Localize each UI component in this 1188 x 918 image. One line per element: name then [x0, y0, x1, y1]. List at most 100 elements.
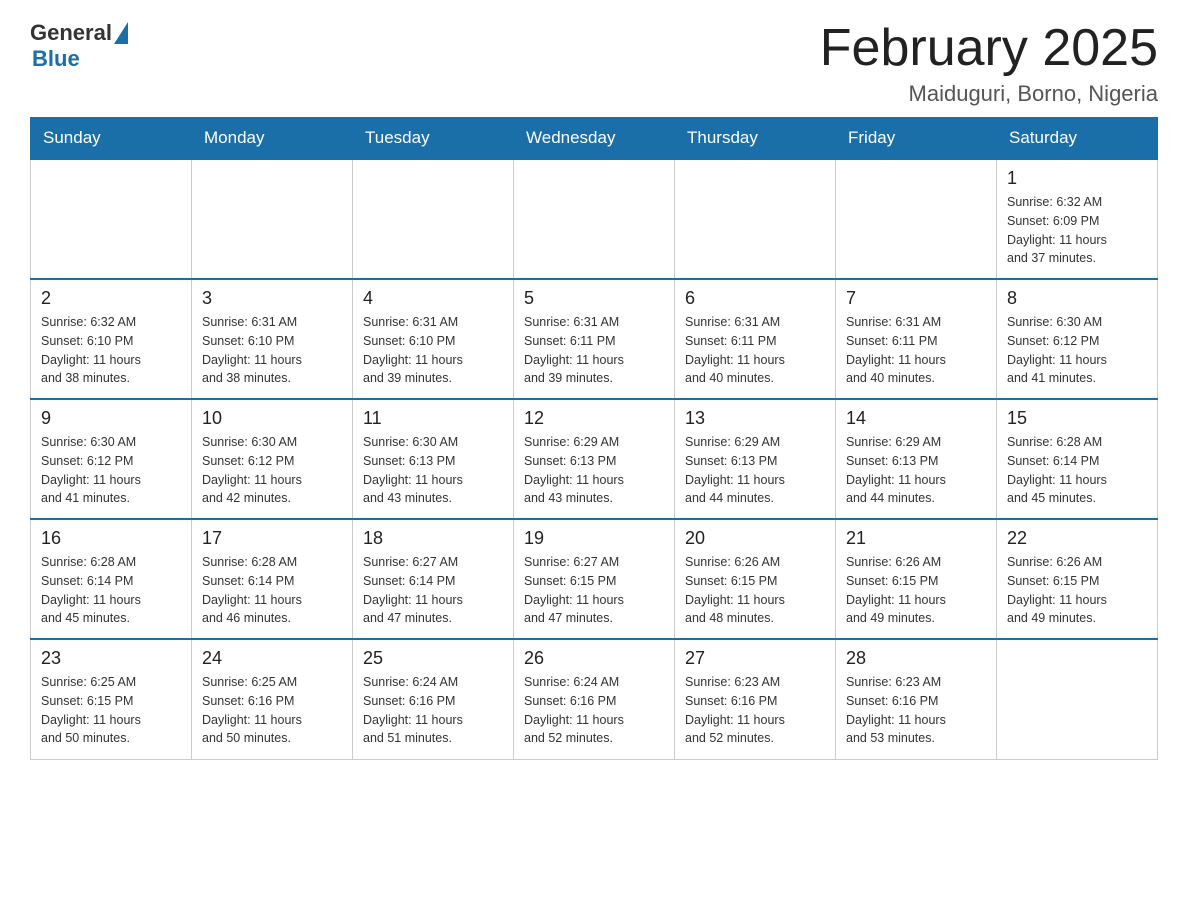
- calendar-cell: 11 Sunrise: 6:30 AM Sunset: 6:13 PM Dayli…: [353, 399, 514, 519]
- calendar-cell: 9 Sunrise: 6:30 AM Sunset: 6:12 PM Daylig…: [31, 399, 192, 519]
- calendar-cell: 25Sunrise: 6:24 AM Sunset: 6:16 PM Dayli…: [353, 639, 514, 759]
- day-number: 18: [363, 528, 503, 549]
- day-number: 22: [1007, 528, 1147, 549]
- calendar-cell: 14 Sunrise: 6:29 AM Sunset: 6:13 PM Dayli…: [836, 399, 997, 519]
- calendar-cell: 15 Sunrise: 6:28 AM Sunset: 6:14 PM Dayli…: [997, 399, 1158, 519]
- calendar-cell: 10Sunrise: 6:30 AM Sunset: 6:12 PM Dayli…: [192, 399, 353, 519]
- calendar-cell: [514, 159, 675, 279]
- day-number: 6: [685, 288, 825, 309]
- calendar-cell: 3 Sunrise: 6:31 AM Sunset: 6:10 PM Daylig…: [192, 279, 353, 399]
- week-row-5: 23 Sunrise: 6:25 AM Sunset: 6:15 PM Dayli…: [31, 639, 1158, 759]
- calendar-cell: [192, 159, 353, 279]
- logo-general-text: General: [30, 20, 112, 46]
- calendar-cell: 19Sunrise: 6:27 AM Sunset: 6:15 PM Dayli…: [514, 519, 675, 639]
- calendar-cell: 6 Sunrise: 6:31 AM Sunset: 6:11 PM Daylig…: [675, 279, 836, 399]
- week-row-2: 2 Sunrise: 6:32 AM Sunset: 6:10 PM Daylig…: [31, 279, 1158, 399]
- day-number: 20: [685, 528, 825, 549]
- calendar-cell: 2 Sunrise: 6:32 AM Sunset: 6:10 PM Daylig…: [31, 279, 192, 399]
- calendar-cell: 18 Sunrise: 6:27 AM Sunset: 6:14 PM Dayli…: [353, 519, 514, 639]
- weekday-header-wednesday: Wednesday: [514, 118, 675, 160]
- day-info: Sunrise: 6:26 AM Sunset: 6:15 PM Dayligh…: [1007, 553, 1147, 628]
- calendar-table: SundayMondayTuesdayWednesdayThursdayFrid…: [30, 117, 1158, 760]
- week-row-3: 9 Sunrise: 6:30 AM Sunset: 6:12 PM Daylig…: [31, 399, 1158, 519]
- week-row-4: 16Sunrise: 6:28 AM Sunset: 6:14 PM Dayli…: [31, 519, 1158, 639]
- logo-top: General: [30, 20, 128, 46]
- week-row-1: 1 Sunrise: 6:32 AM Sunset: 6:09 PM Daylig…: [31, 159, 1158, 279]
- day-info: Sunrise: 6:25 AM Sunset: 6:16 PM Dayligh…: [202, 673, 342, 748]
- day-info: Sunrise: 6:24 AM Sunset: 6:16 PM Dayligh…: [524, 673, 664, 748]
- day-number: 10: [202, 408, 342, 429]
- day-number: 2: [41, 288, 181, 309]
- logo-blue-text: Blue: [32, 46, 80, 72]
- day-info: Sunrise: 6:30 AM Sunset: 6:12 PM Dayligh…: [41, 433, 181, 508]
- calendar-cell: 4 Sunrise: 6:31 AM Sunset: 6:10 PM Daylig…: [353, 279, 514, 399]
- calendar-cell: 8Sunrise: 6:30 AM Sunset: 6:12 PM Daylig…: [997, 279, 1158, 399]
- calendar-cell: 7 Sunrise: 6:31 AM Sunset: 6:11 PM Daylig…: [836, 279, 997, 399]
- day-number: 5: [524, 288, 664, 309]
- day-number: 15: [1007, 408, 1147, 429]
- day-info: Sunrise: 6:30 AM Sunset: 6:13 PM Dayligh…: [363, 433, 503, 508]
- calendar-cell: 27Sunrise: 6:23 AM Sunset: 6:16 PM Dayli…: [675, 639, 836, 759]
- calendar-cell: [31, 159, 192, 279]
- day-info: Sunrise: 6:31 AM Sunset: 6:10 PM Dayligh…: [202, 313, 342, 388]
- calendar-cell: 16Sunrise: 6:28 AM Sunset: 6:14 PM Dayli…: [31, 519, 192, 639]
- day-info: Sunrise: 6:31 AM Sunset: 6:11 PM Dayligh…: [846, 313, 986, 388]
- calendar-cell: 24 Sunrise: 6:25 AM Sunset: 6:16 PM Dayli…: [192, 639, 353, 759]
- day-number: 12: [524, 408, 664, 429]
- day-number: 13: [685, 408, 825, 429]
- day-info: Sunrise: 6:25 AM Sunset: 6:15 PM Dayligh…: [41, 673, 181, 748]
- day-info: Sunrise: 6:31 AM Sunset: 6:11 PM Dayligh…: [524, 313, 664, 388]
- day-info: Sunrise: 6:32 AM Sunset: 6:10 PM Dayligh…: [41, 313, 181, 388]
- weekday-header-friday: Friday: [836, 118, 997, 160]
- calendar-cell: 28Sunrise: 6:23 AM Sunset: 6:16 PM Dayli…: [836, 639, 997, 759]
- calendar-cell: 26 Sunrise: 6:24 AM Sunset: 6:16 PM Dayli…: [514, 639, 675, 759]
- day-number: 7: [846, 288, 986, 309]
- calendar-cell: [675, 159, 836, 279]
- day-number: 3: [202, 288, 342, 309]
- logo: General Blue: [30, 20, 128, 72]
- day-info: Sunrise: 6:29 AM Sunset: 6:13 PM Dayligh…: [524, 433, 664, 508]
- day-info: Sunrise: 6:32 AM Sunset: 6:09 PM Dayligh…: [1007, 193, 1147, 268]
- day-info: Sunrise: 6:31 AM Sunset: 6:10 PM Dayligh…: [363, 313, 503, 388]
- day-number: 17: [202, 528, 342, 549]
- day-info: Sunrise: 6:27 AM Sunset: 6:14 PM Dayligh…: [363, 553, 503, 628]
- day-info: Sunrise: 6:29 AM Sunset: 6:13 PM Dayligh…: [846, 433, 986, 508]
- day-info: Sunrise: 6:26 AM Sunset: 6:15 PM Dayligh…: [846, 553, 986, 628]
- calendar-header-row: SundayMondayTuesdayWednesdayThursdayFrid…: [31, 118, 1158, 160]
- calendar-cell: 1 Sunrise: 6:32 AM Sunset: 6:09 PM Daylig…: [997, 159, 1158, 279]
- day-number: 24: [202, 648, 342, 669]
- day-info: Sunrise: 6:27 AM Sunset: 6:15 PM Dayligh…: [524, 553, 664, 628]
- day-number: 8: [1007, 288, 1147, 309]
- day-number: 1: [1007, 168, 1147, 189]
- day-info: Sunrise: 6:28 AM Sunset: 6:14 PM Dayligh…: [202, 553, 342, 628]
- calendar-cell: 13 Sunrise: 6:29 AM Sunset: 6:13 PM Dayli…: [675, 399, 836, 519]
- location-text: Maiduguri, Borno, Nigeria: [820, 81, 1158, 107]
- day-info: Sunrise: 6:31 AM Sunset: 6:11 PM Dayligh…: [685, 313, 825, 388]
- weekday-header-sunday: Sunday: [31, 118, 192, 160]
- calendar-cell: 17 Sunrise: 6:28 AM Sunset: 6:14 PM Dayli…: [192, 519, 353, 639]
- page-header: General Blue February 2025 Maiduguri, Bo…: [30, 20, 1158, 107]
- title-section: February 2025 Maiduguri, Borno, Nigeria: [820, 20, 1158, 107]
- calendar-cell: 23 Sunrise: 6:25 AM Sunset: 6:15 PM Dayli…: [31, 639, 192, 759]
- day-number: 14: [846, 408, 986, 429]
- logo-triangle-icon: [114, 22, 128, 44]
- calendar-cell: 20 Sunrise: 6:26 AM Sunset: 6:15 PM Dayli…: [675, 519, 836, 639]
- day-number: 23: [41, 648, 181, 669]
- weekday-header-saturday: Saturday: [997, 118, 1158, 160]
- day-info: Sunrise: 6:28 AM Sunset: 6:14 PM Dayligh…: [41, 553, 181, 628]
- day-number: 11: [363, 408, 503, 429]
- weekday-header-tuesday: Tuesday: [353, 118, 514, 160]
- day-number: 9: [41, 408, 181, 429]
- calendar-cell: [997, 639, 1158, 759]
- day-info: Sunrise: 6:29 AM Sunset: 6:13 PM Dayligh…: [685, 433, 825, 508]
- day-info: Sunrise: 6:26 AM Sunset: 6:15 PM Dayligh…: [685, 553, 825, 628]
- month-title: February 2025: [820, 20, 1158, 77]
- calendar-cell: [353, 159, 514, 279]
- day-number: 26: [524, 648, 664, 669]
- day-info: Sunrise: 6:28 AM Sunset: 6:14 PM Dayligh…: [1007, 433, 1147, 508]
- day-number: 21: [846, 528, 986, 549]
- day-number: 4: [363, 288, 503, 309]
- day-info: Sunrise: 6:23 AM Sunset: 6:16 PM Dayligh…: [846, 673, 986, 748]
- calendar-cell: 22 Sunrise: 6:26 AM Sunset: 6:15 PM Dayli…: [997, 519, 1158, 639]
- calendar-cell: [836, 159, 997, 279]
